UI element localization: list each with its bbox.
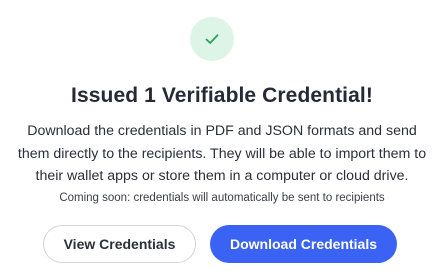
success-check-badge — [190, 17, 234, 61]
description-line: Download the credentials in PDF and JSON… — [27, 123, 417, 139]
check-icon — [205, 34, 219, 44]
dialog-title: Issued 1 Verifiable Credential! — [71, 84, 373, 107]
success-dialog: Issued 1 Verifiable Credential! Download… — [0, 0, 444, 276]
view-credentials-button[interactable]: View Credentials — [43, 225, 196, 263]
description-line: them directly to the recipients. They wi… — [17, 145, 427, 162]
dialog-description: Download the credentials in PDF and JSON… — [8, 120, 436, 188]
description-line: their wallet apps or store them in a com… — [35, 168, 409, 184]
download-credentials-button[interactable]: Download Credentials — [210, 225, 397, 263]
coming-soon-note: Coming soon: credentials will automatica… — [59, 192, 385, 204]
